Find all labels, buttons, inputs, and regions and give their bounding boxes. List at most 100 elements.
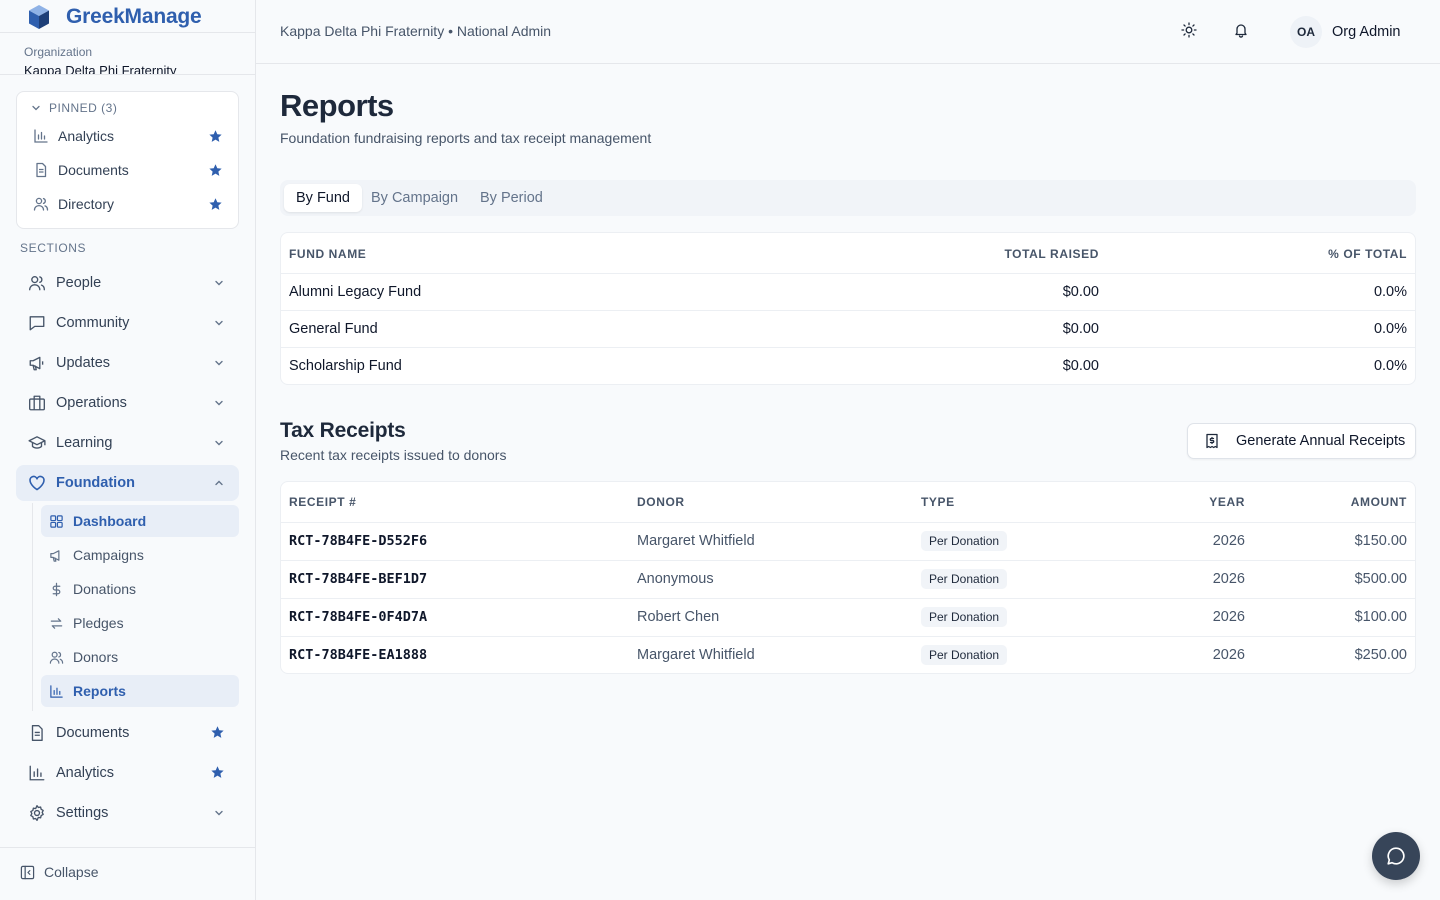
sidebar-item-documents[interactable]: Documents bbox=[16, 715, 239, 751]
page-title: Reports bbox=[280, 88, 394, 123]
graduation-cap-icon bbox=[28, 434, 46, 452]
sidebar-item-updates[interactable]: Updates bbox=[16, 345, 239, 381]
row-divider bbox=[281, 560, 1415, 561]
star-icon[interactable] bbox=[208, 129, 223, 144]
swap-icon bbox=[49, 616, 64, 631]
row-divider bbox=[281, 598, 1415, 599]
pinned-toggle[interactable]: PINNED (3) bbox=[31, 101, 117, 115]
donor-cell: Anonymous bbox=[637, 571, 714, 587]
sidebar-item-people[interactable]: People bbox=[16, 265, 239, 301]
building-icon bbox=[28, 394, 46, 412]
sidebar-subitem-pledges[interactable]: Pledges bbox=[41, 607, 239, 639]
pinned-item-label: Analytics bbox=[58, 128, 115, 144]
megaphone-icon bbox=[28, 354, 46, 372]
sidebar-item-operations[interactable]: Operations bbox=[16, 385, 239, 421]
bell-icon[interactable] bbox=[1233, 22, 1249, 38]
sidebar-item-label: Learning bbox=[56, 435, 113, 451]
sidebar-item-label: Operations bbox=[56, 395, 127, 411]
column-header-type: TYPE bbox=[921, 495, 955, 509]
percent-total-cell: 0.0% bbox=[1373, 284, 1407, 300]
sidebar-subitem-donors[interactable]: Donors bbox=[41, 641, 239, 673]
brand[interactable]: GreekManage bbox=[28, 4, 202, 30]
chevron-down-icon bbox=[213, 277, 225, 289]
chat-button[interactable] bbox=[1372, 832, 1420, 880]
collapse-icon bbox=[20, 865, 35, 880]
amount-cell: $500.00 bbox=[1354, 571, 1407, 587]
sidebar-item-label: Foundation bbox=[56, 475, 135, 491]
row-divider bbox=[281, 522, 1415, 523]
breadcrumb: Kappa Delta Phi Fraternity • National Ad… bbox=[280, 23, 552, 39]
pinned-item-analytics[interactable]: Analytics bbox=[33, 122, 223, 150]
sidebar-subitem-reports[interactable]: Reports bbox=[41, 675, 239, 707]
sidebar-item-settings[interactable]: Settings bbox=[16, 795, 239, 831]
type-badge: Per Donation bbox=[921, 607, 1008, 627]
theme-toggle-sun-icon[interactable] bbox=[1181, 22, 1197, 38]
dollar-icon bbox=[49, 582, 64, 597]
sidebar-item-community[interactable]: Community bbox=[16, 305, 239, 341]
user-name: Org Admin bbox=[1332, 24, 1401, 40]
sidebar-item-label: Documents bbox=[56, 725, 130, 741]
tab-by-period[interactable]: By Period bbox=[468, 184, 555, 212]
generate-button-label: Generate Annual Receipts bbox=[1236, 433, 1406, 449]
receipt-number-cell: RCT-78B4FE-EA1888 bbox=[289, 647, 428, 663]
megaphone-icon bbox=[49, 548, 64, 563]
sidebar-subitem-label: Reports bbox=[73, 683, 126, 699]
cube-logo-icon bbox=[28, 4, 50, 30]
sidebar-item-label: Updates bbox=[56, 355, 111, 371]
generate-annual-receipts-button[interactable]: Generate Annual Receipts bbox=[1187, 423, 1416, 459]
column-header-total-raised: TOTAL RAISED bbox=[1004, 247, 1099, 261]
users-icon bbox=[33, 196, 49, 212]
total-raised-cell: $0.00 bbox=[1062, 358, 1099, 374]
pinned-item-label: Documents bbox=[58, 162, 129, 178]
sidebar-item-foundation[interactable]: Foundation bbox=[16, 465, 239, 501]
sidebar-subitem-label: Dashboard bbox=[73, 513, 147, 529]
sidebar-subitem-label: Donors bbox=[73, 649, 119, 665]
fund-name-cell: General Fund bbox=[289, 321, 378, 337]
sidebar-subitem-donations[interactable]: Donations bbox=[41, 573, 239, 605]
tab-by-fund[interactable]: By Fund bbox=[284, 184, 362, 212]
user-menu[interactable]: OA Org Admin bbox=[1290, 16, 1401, 48]
receipt-number-cell: RCT-78B4FE-D552F6 bbox=[289, 533, 428, 549]
users-icon bbox=[49, 650, 64, 665]
pinned-item-label: Directory bbox=[58, 196, 115, 212]
sidebar-subitem-dashboard[interactable]: Dashboard bbox=[41, 505, 239, 537]
organization-switcher[interactable]: Organization Kappa Delta Phi Fraternity bbox=[24, 45, 224, 74]
sidebar-item-learning[interactable]: Learning bbox=[16, 425, 239, 461]
chevron-down-icon bbox=[31, 103, 41, 113]
star-icon[interactable] bbox=[208, 163, 223, 178]
star-icon[interactable] bbox=[210, 765, 225, 780]
column-header-percent-total: % OF TOTAL bbox=[1328, 247, 1407, 261]
sidebar-item-label: Settings bbox=[56, 805, 109, 821]
collapse-label: Collapse bbox=[44, 864, 99, 880]
brand-name: GreekManage bbox=[66, 5, 202, 28]
pinned-item-directory[interactable]: Directory bbox=[33, 190, 223, 218]
year-cell: 2026 bbox=[1212, 609, 1245, 625]
collapse-sidebar-button[interactable]: Collapse bbox=[20, 864, 98, 880]
star-icon[interactable] bbox=[210, 725, 225, 740]
donor-cell: Margaret Whitfield bbox=[637, 647, 755, 663]
sidebar-subitem-label: Donations bbox=[73, 581, 137, 597]
submenu-guide-line bbox=[32, 503, 33, 711]
column-header-fund-name: FUND NAME bbox=[289, 247, 367, 261]
avatar: OA bbox=[1290, 16, 1322, 48]
amount-cell: $100.00 bbox=[1354, 609, 1407, 625]
top-header: Kappa Delta Phi Fraternity • National Ad… bbox=[256, 0, 1440, 64]
sidebar-subitem-campaigns[interactable]: Campaigns bbox=[41, 539, 239, 571]
fund-name-cell: Alumni Legacy Fund bbox=[289, 284, 422, 300]
users-icon bbox=[28, 274, 46, 292]
pinned-item-documents[interactable]: Documents bbox=[33, 156, 223, 184]
page-subtitle: Foundation fundraising reports and tax r… bbox=[280, 130, 652, 146]
year-cell: 2026 bbox=[1212, 647, 1245, 663]
divider bbox=[0, 847, 255, 848]
star-icon[interactable] bbox=[208, 197, 223, 212]
document-icon bbox=[28, 724, 46, 742]
chevron-down-icon bbox=[213, 317, 225, 329]
tab-by-campaign[interactable]: By Campaign bbox=[359, 184, 470, 212]
percent-total-cell: 0.0% bbox=[1373, 358, 1407, 374]
receipt-number-cell: RCT-78B4FE-BEF1D7 bbox=[289, 571, 428, 587]
column-header-year: YEAR bbox=[1209, 495, 1245, 509]
chevron-down-icon bbox=[213, 357, 225, 369]
sidebar-item-analytics[interactable]: Analytics bbox=[16, 755, 239, 791]
year-cell: 2026 bbox=[1212, 571, 1245, 587]
chat-bubble-icon bbox=[1385, 845, 1407, 867]
